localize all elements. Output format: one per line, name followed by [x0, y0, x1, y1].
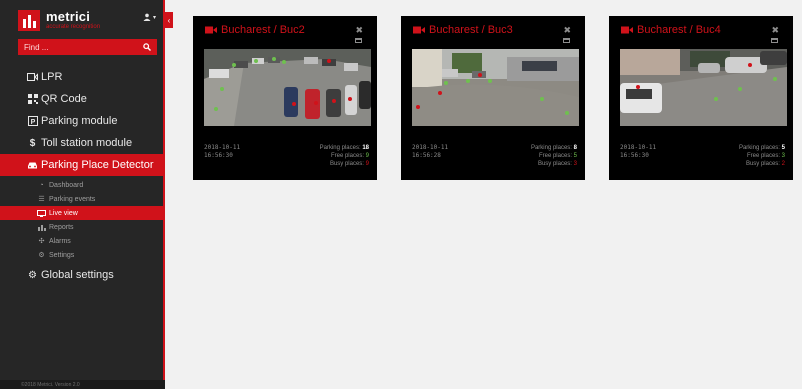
timestamp: 2018-10-11 16:56:28: [412, 144, 449, 159]
camera-header: Bucharest / Buc4: [621, 24, 721, 36]
user-icon: [143, 13, 151, 21]
qrcode-icon: [27, 94, 38, 105]
busy-count: 3: [573, 161, 577, 167]
nav-item-label: Toll station module: [41, 137, 133, 149]
detector-submenu: ◔ Dashboard ☰ Parking events Live view R…: [0, 176, 165, 264]
camera-header: Bucharest / Buc3: [413, 24, 513, 36]
busy-count: 2: [781, 161, 785, 167]
camera-feed[interactable]: [204, 49, 371, 126]
camera-title: Bucharest / Buc4: [637, 24, 721, 36]
free-count: 3: [781, 153, 785, 159]
subnav-item-alarms[interactable]: ✣ Alarms: [0, 234, 165, 248]
metrici-logo-icon: [18, 9, 40, 31]
brand-logo[interactable]: metrici accurate recognition: [18, 9, 100, 31]
bar-chart-icon: [37, 224, 46, 231]
free-count: 5: [573, 153, 577, 159]
subnav-item-settings[interactable]: ⚙ Settings: [0, 248, 165, 262]
minimize-icon[interactable]: [355, 38, 362, 43]
caret-down-icon: ▾: [153, 14, 157, 21]
nav-item-label: LPR: [41, 71, 63, 83]
subnav-item-label: Alarms: [49, 237, 71, 245]
nav-item-parking-place-detector[interactable]: Parking Place Detector: [0, 154, 165, 176]
subnav-item-label: Settings: [49, 251, 75, 259]
close-icon[interactable]: ✖: [355, 25, 363, 36]
subnav-item-label: Parking events: [49, 195, 96, 203]
minimize-icon[interactable]: [771, 38, 778, 43]
close-icon[interactable]: ✖: [771, 25, 779, 36]
subnav-item-label: Reports: [49, 223, 74, 231]
camera-card: Bucharest / Buc2 ✖ 2018-10-11 16:56:30 P…: [193, 16, 377, 180]
timestamp: 2018-10-11 16:56:30: [204, 144, 241, 159]
chevron-left-icon: ‹: [167, 15, 171, 25]
camera-title: Bucharest / Buc3: [429, 24, 513, 36]
gears-icon: ⚙: [28, 269, 37, 281]
brand-tagline: accurate recognition: [46, 24, 101, 30]
video-camera-icon: [621, 26, 633, 34]
subnav-item-parking-events[interactable]: ☰ Parking events: [0, 192, 165, 206]
video-camera-icon: [413, 26, 425, 34]
monitor-icon: [37, 209, 46, 217]
camera-stats: Parking places: 5 Free places: 3 Busy pl…: [738, 145, 785, 167]
busy-count: 9: [365, 161, 369, 167]
dashboard-icon: ◔: [39, 181, 44, 189]
camera-title: Bucharest / Buc2: [221, 24, 305, 36]
dollar-icon: $: [29, 137, 36, 149]
camera-feed[interactable]: [412, 49, 579, 126]
list-icon: ☰: [38, 196, 45, 203]
video-camera-icon: [27, 72, 38, 83]
camera-header: Bucharest / Buc2: [205, 24, 305, 36]
search-box: [18, 39, 157, 55]
camera-stats: Parking places: 8 Free places: 5 Busy pl…: [530, 145, 577, 167]
nav-item-label: Global settings: [41, 269, 114, 281]
nav-item-qr-code[interactable]: QR Code: [0, 88, 165, 110]
subnav-item-label: Dashboard: [49, 181, 84, 189]
nav-item-label: Parking Place Detector: [41, 159, 154, 171]
sidebar: metrici accurate recognition ▾ LPR QR Co…: [0, 0, 165, 389]
parking-count: 5: [781, 145, 785, 151]
main-nav: LPR QR Code P Parking module $ Toll stat…: [0, 66, 165, 286]
camera-feed[interactable]: [620, 49, 787, 126]
nav-item-lpr[interactable]: LPR: [0, 66, 165, 88]
subnav-item-reports[interactable]: Reports: [0, 220, 165, 234]
alarm-icon: ✣: [38, 238, 45, 245]
parking-count: 18: [362, 145, 369, 151]
camera-stats: Parking places: 18 Free places: 9 Busy p…: [319, 145, 369, 167]
nav-item-parking-module[interactable]: P Parking module: [0, 110, 165, 132]
minimize-icon[interactable]: [563, 38, 570, 43]
nav-item-label: QR Code: [41, 93, 87, 105]
brand-name: metrici: [46, 9, 91, 24]
close-icon[interactable]: ✖: [563, 25, 571, 36]
parking-icon: P: [27, 116, 38, 127]
nav-item-global-settings[interactable]: ⚙ Global settings: [0, 264, 165, 286]
search-input[interactable]: [18, 39, 137, 55]
search-button[interactable]: [137, 39, 157, 55]
nav-item-toll-station[interactable]: $ Toll station module: [0, 132, 165, 154]
subnav-item-live-view[interactable]: Live view: [0, 206, 165, 220]
camera-card: Bucharest / Buc4 ✖ 2018-10-11 16:56:30 P…: [609, 16, 793, 180]
copyright-footer: ©2018 Metrici. Version 2.0: [0, 380, 165, 389]
gear-icon: ⚙: [38, 252, 45, 259]
nav-item-label: Parking module: [41, 115, 118, 127]
search-icon: [143, 43, 151, 51]
subnav-item-dashboard[interactable]: ◔ Dashboard: [0, 178, 165, 192]
car-icon: [27, 160, 38, 171]
subnav-item-label: Live view: [49, 209, 78, 217]
timestamp: 2018-10-11 16:56:30: [620, 144, 657, 159]
parking-count: 8: [573, 145, 577, 151]
free-count: 9: [365, 153, 369, 159]
video-camera-icon: [205, 26, 217, 34]
user-menu[interactable]: ▾: [143, 13, 156, 21]
collapse-sidebar-button[interactable]: ‹: [165, 12, 173, 28]
camera-card: Bucharest / Buc3 ✖ 2018-10-11 16:56:28 P…: [401, 16, 585, 180]
svg-text:P: P: [30, 119, 35, 126]
